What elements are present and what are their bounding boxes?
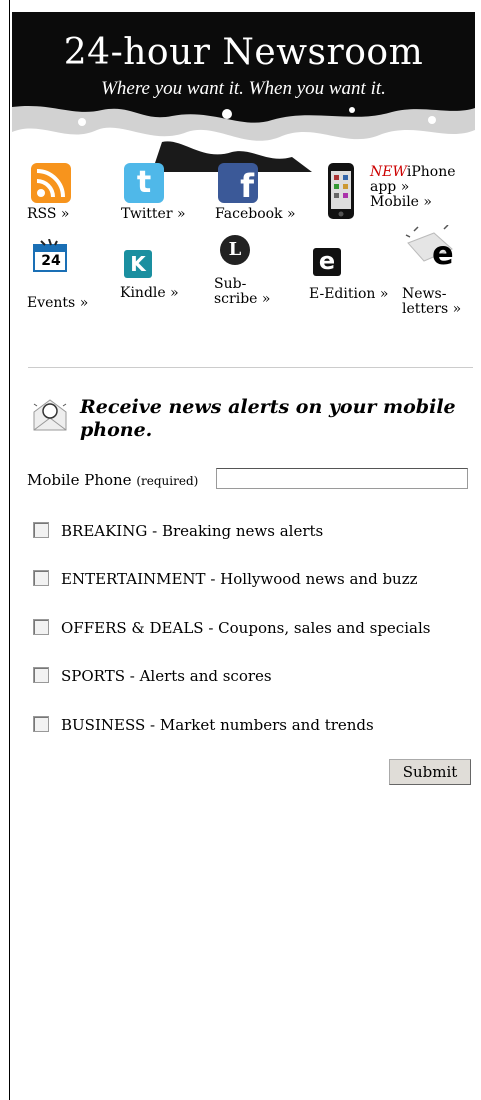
page-left-border: [9, 0, 10, 1100]
twitter-label: Twitter »: [121, 206, 186, 222]
phone-label-text: Mobile Phone: [27, 471, 132, 489]
newsletter-envelope-icon: e: [404, 224, 460, 273]
sports-label: SPORTS - Alerts and scores: [61, 667, 272, 685]
newsletters-label-line1: News-: [402, 286, 447, 302]
newsletters-label-line2: letters »: [402, 301, 462, 317]
banner-tagline: Where you want it. When you want it.: [101, 78, 386, 99]
mobile-phone-input[interactable]: [216, 468, 468, 489]
calendar-day: 24: [41, 253, 61, 269]
subscribe-seal-icon: L: [220, 235, 250, 265]
eedition-icon: e: [313, 248, 341, 276]
rss-icon: [31, 163, 71, 203]
kindle-icon: K: [124, 250, 152, 278]
newsroom-banner: 24-hour Newsroom Where you want it. When…: [12, 12, 475, 172]
calendar-icon: 24: [33, 238, 69, 273]
offers-label: OFFERS & DEALS - Coupons, sales and spec…: [61, 619, 431, 637]
business-label: BUSINESS - Market numbers and trends: [61, 716, 374, 734]
subscribe-label-line1: Sub-: [214, 276, 247, 292]
phone-required-note: (required): [136, 474, 199, 488]
iphone-label-line1: iPhone: [406, 164, 456, 180]
entertainment-label: ENTERTAINMENT - Hollywood news and buzz: [61, 570, 418, 588]
banner-title: 24-hour Newsroom: [63, 32, 424, 73]
mobile-phone-label: Mobile Phone (required): [27, 471, 198, 489]
kindle-label: Kindle »: [120, 285, 179, 301]
business-checkbox[interactable]: [33, 716, 49, 732]
mobile-label: Mobile »: [370, 194, 432, 210]
newsletter-e-letter: e: [432, 234, 454, 272]
alert-option-breaking[interactable]: BREAKING - Breaking news alerts: [33, 522, 323, 540]
sports-checkbox[interactable]: [33, 667, 49, 683]
iphone-label: NEWiPhone app » Mobile »: [370, 165, 456, 210]
alert-option-offers[interactable]: OFFERS & DEALS - Coupons, sales and spec…: [33, 619, 430, 637]
mobile-alert-envelope-icon: [31, 396, 69, 434]
new-badge: NEW: [370, 164, 407, 180]
twitter-icon: t: [124, 163, 164, 203]
section-divider: [28, 367, 473, 368]
alert-option-entertainment[interactable]: ENTERTAINMENT - Hollywood news and buzz: [33, 570, 418, 588]
eedition-label: E-Edition »: [309, 286, 389, 302]
events-label: Events »: [27, 295, 89, 311]
entertainment-checkbox[interactable]: [33, 570, 49, 586]
rss-label: RSS »: [27, 206, 70, 222]
offers-checkbox[interactable]: [33, 619, 49, 635]
alerts-heading: Receive news alerts on your mobile phone…: [80, 396, 456, 441]
submit-button[interactable]: Submit: [389, 759, 471, 785]
iphone-icon: [328, 163, 354, 219]
facebook-icon: f: [218, 163, 258, 205]
alert-option-business[interactable]: BUSINESS - Market numbers and trends: [33, 716, 374, 734]
breaking-label: BREAKING - Breaking news alerts: [61, 522, 324, 540]
iphone-label-line2: app »: [370, 179, 410, 195]
alert-option-sports[interactable]: SPORTS - Alerts and scores: [33, 667, 272, 685]
subscribe-label-line2: scribe »: [214, 291, 271, 307]
newsletters-label: News- letters »: [402, 287, 461, 317]
facebook-label: Facebook »: [215, 206, 296, 222]
breaking-checkbox[interactable]: [33, 522, 49, 538]
subscribe-label: Sub- scribe »: [214, 277, 270, 307]
